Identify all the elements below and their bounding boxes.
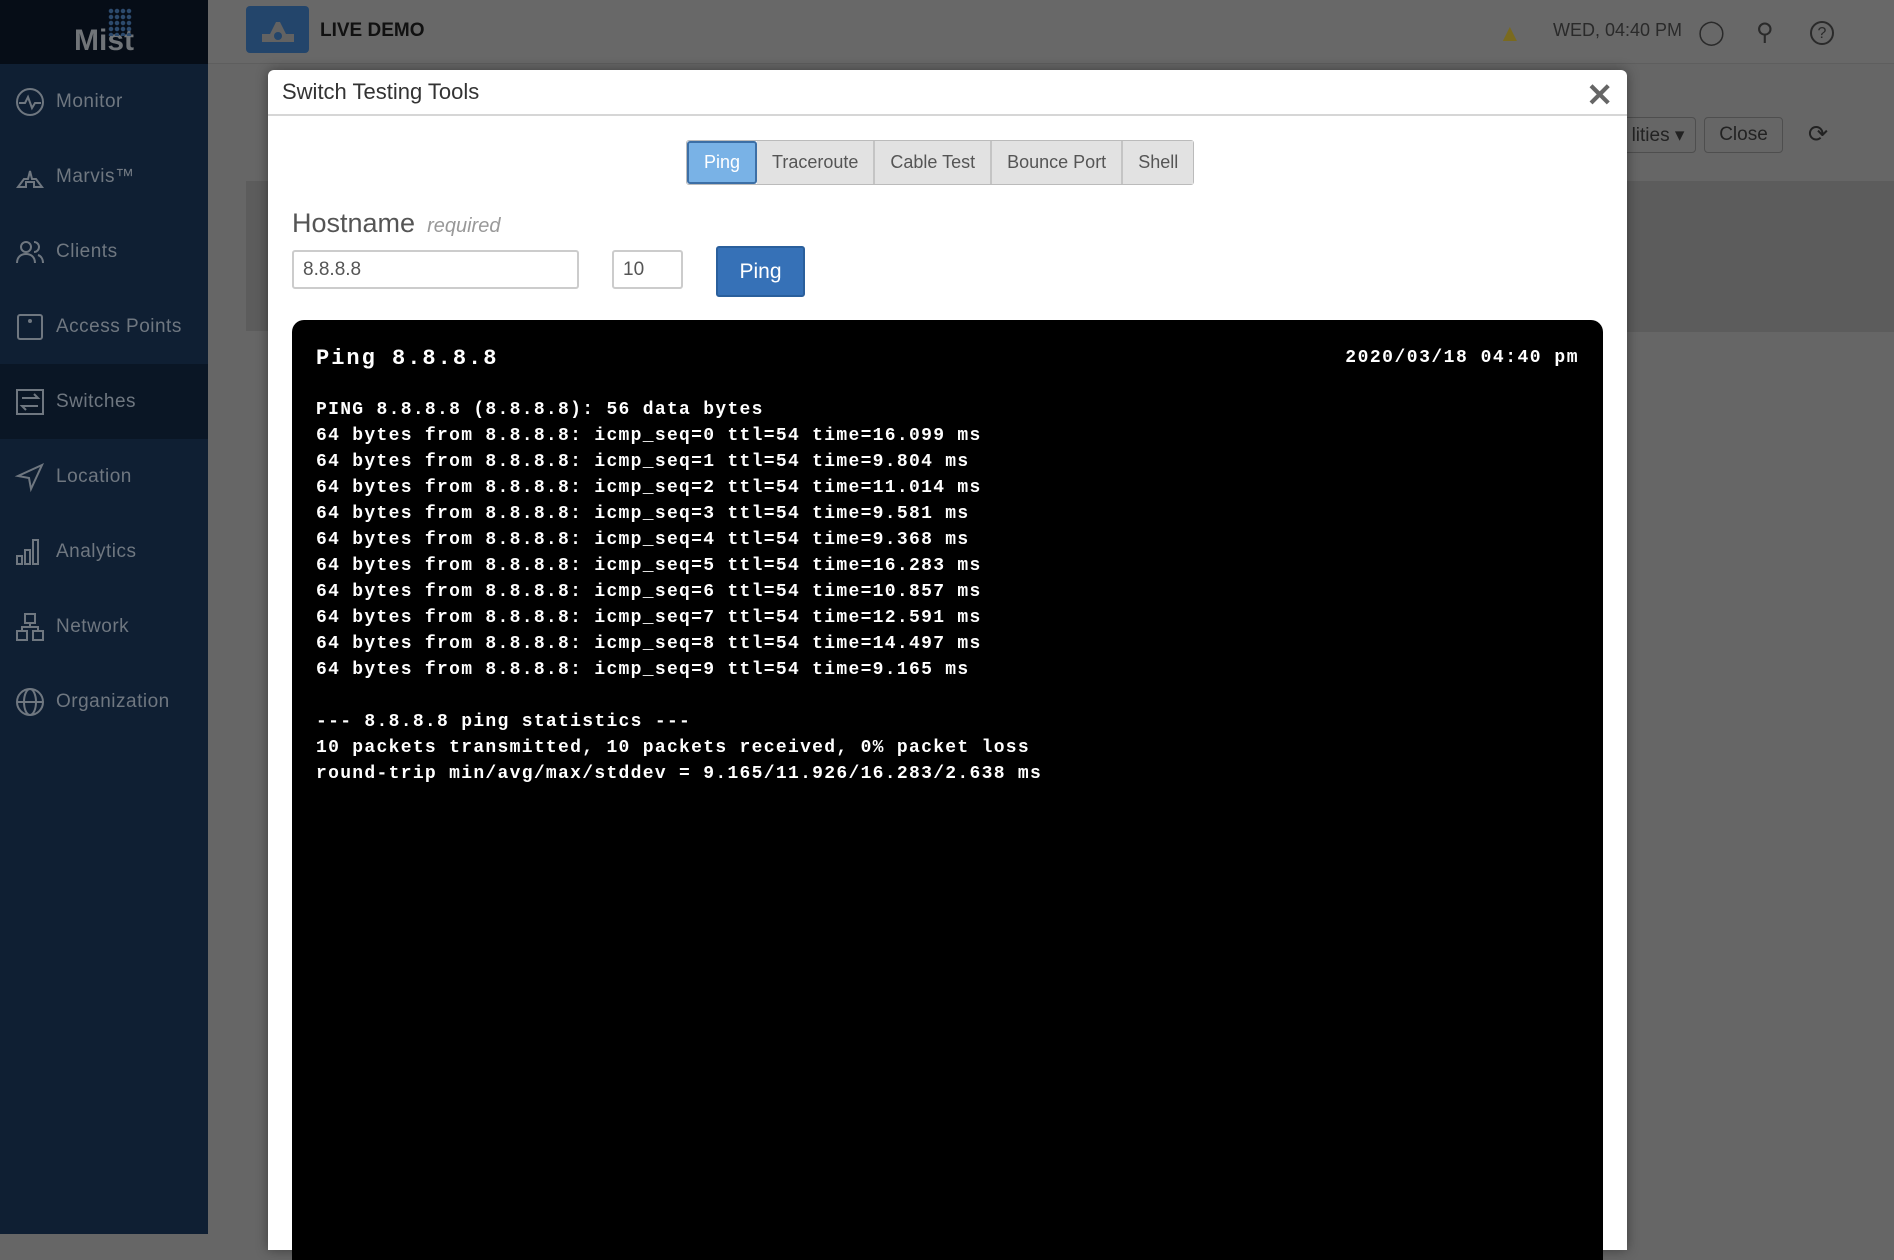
tab-shell[interactable]: Shell (1123, 141, 1194, 184)
terminal-date: 2020/03/18 04:40 pm (1345, 348, 1579, 368)
hostname-input[interactable]: 8.8.8.8 (292, 250, 579, 289)
user-icon[interactable]: ◯ (1698, 18, 1725, 47)
terminal-line: --- 8.8.8.8 ping statistics --- (316, 712, 692, 732)
modal-title: Switch Testing Tools (282, 79, 480, 104)
monitor-icon (16, 87, 44, 116)
analytics-icon (16, 538, 39, 565)
count-input[interactable]: 10 (612, 250, 683, 289)
hostname-label: Hostname (292, 208, 416, 238)
terminal-line: round-trip min/avg/max/stddev = 9.165/11… (316, 764, 1043, 784)
terminal-line: 64 bytes from 8.8.8.8: icmp_seq=0 ttl=54… (316, 426, 982, 446)
header-time: WED, 04:40 PM (1553, 20, 1683, 40)
sidebar: Mist Monitor Marvis™ Clients Access Poin… (0, 0, 208, 1234)
required-hint: required (427, 215, 501, 237)
switch-testing-tools-modal: Switch Testing Tools ✕ Ping Traceroute C… (268, 70, 1627, 1260)
terminal-line: 64 bytes from 8.8.8.8: icmp_seq=6 ttl=54… (316, 582, 982, 602)
network-icon (16, 612, 44, 641)
org-name[interactable]: LIVE DEMO (320, 20, 425, 42)
sidebar-item-location[interactable]: Location (0, 439, 208, 514)
globe-icon (16, 687, 44, 716)
clients-icon (16, 240, 44, 263)
tab-traceroute[interactable]: Traceroute (757, 141, 876, 184)
tab-ping[interactable]: Ping (687, 141, 758, 184)
terminal-line: 64 bytes from 8.8.8.8: icmp_seq=4 ttl=54… (316, 530, 970, 550)
sidebar-item-switches[interactable]: Switches (0, 364, 208, 439)
terminal-line: PING 8.8.8.8 (8.8.8.8): 56 data bytes (316, 400, 764, 420)
close-icon[interactable]: ✕ (1586, 76, 1613, 114)
tab-cable-test[interactable]: Cable Test (875, 141, 993, 184)
terminal-line: 64 bytes from 8.8.8.8: icmp_seq=5 ttl=54… (316, 556, 982, 576)
sidebar-item-network[interactable]: Network (0, 589, 208, 664)
sidebar-item-analytics[interactable]: Analytics (0, 514, 208, 589)
sidebar-item-monitor[interactable]: Monitor (0, 64, 208, 139)
terminal-line: 64 bytes from 8.8.8.8: icmp_seq=7 ttl=54… (316, 608, 982, 628)
terminal-line: 10 packets transmitted, 10 packets recei… (316, 738, 1031, 758)
close-button[interactable]: Close (1704, 117, 1783, 153)
tool-tabs: Ping Traceroute Cable Test Bounce Port S… (686, 140, 1195, 185)
sidebar-item-organization[interactable]: Organization (0, 664, 208, 739)
background-panel (246, 181, 268, 331)
terminal-line: 64 bytes from 8.8.8.8: icmp_seq=3 ttl=54… (316, 504, 970, 524)
mist-logo[interactable]: Mist (0, 0, 208, 64)
tab-bounce-port[interactable]: Bounce Port (992, 141, 1124, 184)
switch-icon (16, 388, 44, 415)
top-header: LIVE DEMO ▲ WED, 04:40 PM ◯ ⚲ ? (208, 0, 1894, 64)
terminal-output: Ping 8.8.8.8 2020/03/18 04:40 pm PING 8.… (292, 320, 1603, 1260)
terminal-line: 64 bytes from 8.8.8.8: icmp_seq=1 ttl=54… (316, 452, 970, 472)
terminal-line: 64 bytes from 8.8.8.8: icmp_seq=2 ttl=54… (316, 478, 982, 498)
sidebar-item-access-points[interactable]: Access Points (0, 289, 208, 364)
sidebar-item-clients[interactable]: Clients (0, 214, 208, 289)
lightbulb-icon[interactable]: ⚲ (1756, 18, 1774, 47)
warning-icon[interactable]: ▲ (1498, 20, 1522, 48)
site-logo-icon[interactable] (246, 6, 309, 53)
marvis-icon (16, 170, 44, 188)
ping-button[interactable]: Ping (716, 246, 805, 297)
sidebar-item-marvis[interactable]: Marvis™ (0, 139, 208, 214)
logo-dots-icon (108, 8, 132, 36)
background-panel (1627, 181, 1894, 332)
utilities-dropdown[interactable]: lities ▾ (1620, 117, 1696, 153)
location-icon (14, 462, 45, 492)
help-icon[interactable]: ? (1810, 21, 1834, 45)
access-point-icon (17, 313, 43, 340)
terminal-line: 64 bytes from 8.8.8.8: icmp_seq=9 ttl=54… (316, 660, 970, 680)
terminal-line: 64 bytes from 8.8.8.8: icmp_seq=8 ttl=54… (316, 634, 982, 654)
refresh-icon[interactable]: ⟳ (1808, 120, 1828, 149)
